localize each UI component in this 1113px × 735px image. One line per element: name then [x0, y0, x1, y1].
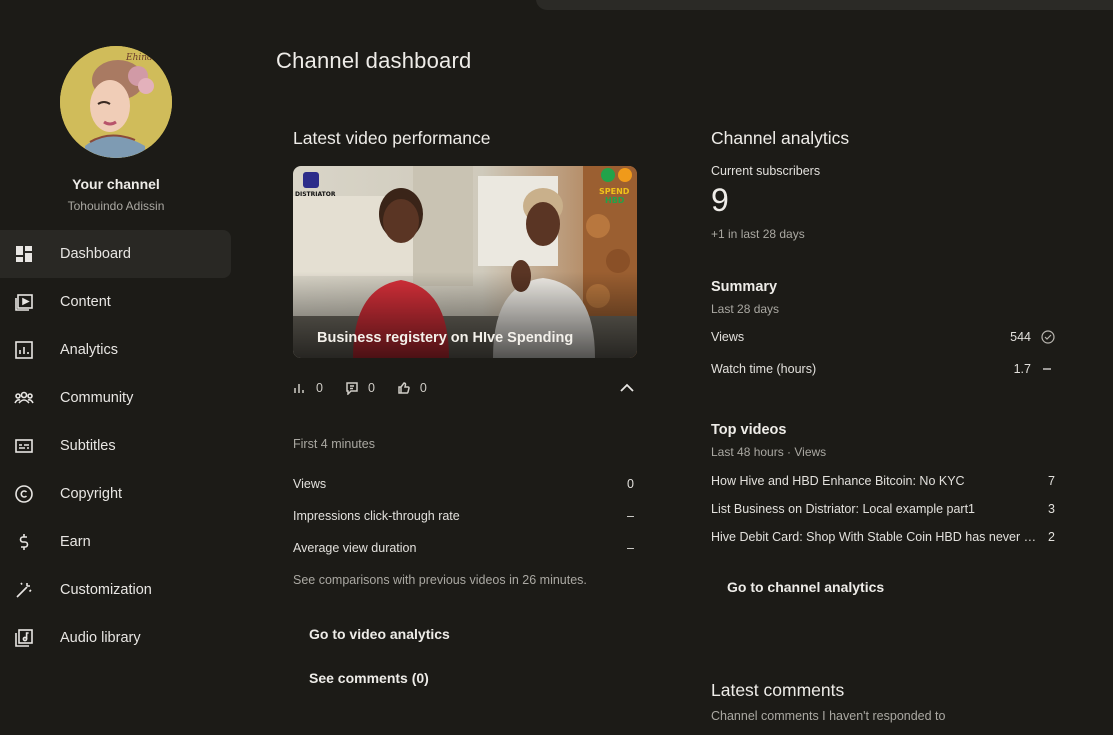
- comments-stat: 0: [345, 381, 375, 395]
- likes-stat: 0: [397, 381, 427, 395]
- sidebar-item-label: Subtitles: [60, 438, 116, 454]
- earn-icon: [14, 532, 34, 552]
- svg-text:DISTRIATOR: DISTRIATOR: [295, 191, 336, 198]
- top-videos-period: Last 48 hours · Views: [711, 445, 827, 459]
- sidebar-nav: Dashboard Content Analytics Community Su…: [0, 230, 232, 662]
- sidebar-item-label: Content: [60, 294, 111, 310]
- sidebar: Ehindou Your channel Tohouindo Adissin D…: [0, 0, 232, 735]
- summary-value: 544: [1010, 330, 1031, 344]
- channel-handle: Tohouindo Adissin: [67, 199, 165, 213]
- subtitles-icon: [14, 436, 34, 456]
- svg-text:HBD: HBD: [605, 196, 625, 205]
- subscribers-change: +1 in last 28 days: [711, 227, 805, 241]
- audio-library-icon: [14, 628, 34, 648]
- latest-comments-title: Latest comments: [711, 680, 845, 700]
- metric-row-avg-duration: Average view duration –: [293, 541, 634, 555]
- sidebar-item-label: Audio library: [60, 630, 141, 646]
- latest-video-card-title: Latest video performance: [293, 128, 491, 148]
- latest-comments-hint: Channel comments I haven't responded to: [711, 709, 946, 723]
- video-title: Business registery on HIve Spending: [317, 330, 574, 346]
- sidebar-item-label: Copyright: [60, 486, 123, 502]
- collapse-button[interactable]: [619, 380, 637, 396]
- sidebar-item-content[interactable]: Content: [0, 278, 232, 326]
- chevron-up-icon: [620, 383, 634, 392]
- summary-label: Watch time (hours): [711, 362, 817, 376]
- metric-label: Impressions click-through rate: [293, 509, 460, 523]
- svg-text:SPEND: SPEND: [599, 187, 630, 196]
- comment-icon: [346, 382, 358, 395]
- sidebar-item-label: Analytics: [60, 342, 119, 358]
- metric-label: Views: [293, 477, 327, 491]
- analytics-icon: [14, 340, 34, 360]
- top-videos-title: Top videos: [711, 422, 787, 438]
- sidebar-item-community[interactable]: Community: [0, 374, 232, 422]
- summary-label: Views: [711, 330, 745, 344]
- see-comments-button[interactable]: See comments (0): [309, 670, 429, 686]
- svg-text:Ehindou: Ehindou: [125, 53, 164, 63]
- subscribers-count: 9: [711, 182, 729, 218]
- summary-title: Summary: [711, 279, 778, 295]
- copyright-icon: [14, 484, 34, 504]
- community-icon: [14, 388, 34, 408]
- metric-row-ctr: Impressions click-through rate –: [293, 509, 634, 523]
- thumbs-up-icon: [398, 382, 410, 394]
- sidebar-item-dashboard[interactable]: Dashboard: [0, 230, 231, 278]
- likes-count: 0: [419, 381, 427, 395]
- sidebar-item-audio-library[interactable]: Audio library: [0, 614, 232, 662]
- video-stats: 0 0 0: [293, 380, 637, 396]
- content-icon: [14, 292, 34, 312]
- top-video-views: 7: [1048, 474, 1055, 488]
- sidebar-item-label: Community: [60, 390, 134, 406]
- sidebar-item-subtitles[interactable]: Subtitles: [0, 422, 232, 470]
- comparison-note: See comparisons with previous videos in …: [293, 573, 587, 587]
- sidebar-item-copyright[interactable]: Copyright: [0, 470, 232, 518]
- summary-value: 1.7: [1013, 362, 1031, 376]
- summary-period: Last 28 days: [711, 302, 780, 316]
- metric-value: –: [627, 509, 634, 523]
- channel-name: Your channel: [72, 176, 160, 192]
- video-thumbnail[interactable]: DISTRIATOR SPEND HBD Business registery …: [293, 166, 637, 358]
- top-video-views: 2: [1048, 530, 1055, 544]
- summary-row-watch-time: Watch time (hours) 1.7: [711, 362, 1055, 376]
- subscribers-label: Current subscribers: [711, 164, 821, 178]
- top-video-title: How Hive and HBD Enhance Bitcoin: No KYC: [711, 474, 965, 488]
- metric-value: 0: [627, 477, 634, 491]
- sidebar-item-label: Customization: [60, 582, 152, 598]
- top-search-bar-edge: [536, 0, 1113, 10]
- dash-icon: [1043, 368, 1051, 370]
- top-video-views: 3: [1048, 502, 1055, 516]
- views-stat: 0: [293, 381, 323, 395]
- go-to-video-analytics-button[interactable]: Go to video analytics: [309, 626, 450, 642]
- sidebar-item-analytics[interactable]: Analytics: [0, 326, 232, 374]
- channel-analytics-title: Channel analytics: [711, 128, 850, 148]
- latest-comments-card: Latest comments Channel comments I haven…: [711, 680, 945, 723]
- summary-row-views: Views 544: [711, 330, 1055, 344]
- metric-row-views: Views 0: [293, 477, 634, 491]
- top-video-title: List Business on Distriator: Local examp…: [711, 502, 976, 516]
- metric-value: –: [627, 541, 634, 555]
- go-to-channel-analytics-button[interactable]: Go to channel analytics: [727, 579, 884, 595]
- channel-avatar[interactable]: Ehindou: [60, 46, 172, 158]
- top-video-title: Hive Debit Card: Shop With Stable Coin H…: [711, 530, 1037, 544]
- sidebar-item-label: Earn: [60, 534, 91, 550]
- bar-chart-icon: [294, 384, 304, 393]
- customization-icon: [14, 580, 34, 600]
- views-count: 0: [316, 381, 323, 395]
- sidebar-item-customization[interactable]: Customization: [0, 566, 232, 614]
- metric-label: Average view duration: [293, 541, 417, 555]
- dashboard-icon: [14, 244, 34, 264]
- check-circle-icon: [1041, 330, 1055, 344]
- sidebar-item-earn[interactable]: Earn: [0, 518, 232, 566]
- sidebar-item-label: Dashboard: [60, 246, 131, 262]
- comments-count: 0: [367, 381, 375, 395]
- period-label: First 4 minutes: [293, 437, 375, 451]
- page-title: Channel dashboard: [276, 48, 472, 73]
